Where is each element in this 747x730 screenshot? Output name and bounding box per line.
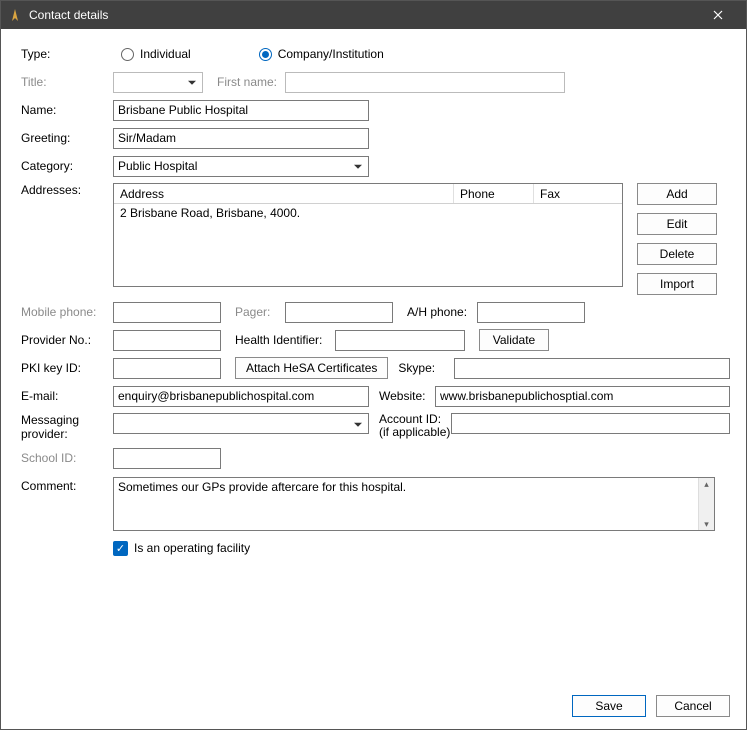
msgprovider-label: Messaging provider: <box>21 413 113 441</box>
provider-label: Provider No.: <box>21 333 113 347</box>
addresses-table[interactable]: Address Phone Fax 2 Brisbane Road, Brisb… <box>113 183 623 287</box>
scroll-up-icon[interactable]: ▴ <box>699 478 714 490</box>
name-label: Name: <box>21 103 113 117</box>
pager-input[interactable] <box>285 302 393 323</box>
skype-input[interactable] <box>454 358 730 379</box>
firstname-label: First name: <box>217 75 277 89</box>
mobile-label: Mobile phone: <box>21 305 113 319</box>
category-label: Category: <box>21 159 113 173</box>
comment-label: Comment: <box>21 479 113 493</box>
category-value: Public Hospital <box>118 159 197 173</box>
operating-checkbox[interactable]: ✓ Is an operating facility <box>113 541 250 556</box>
msgprovider-select[interactable] <box>113 413 369 434</box>
website-label: Website: <box>379 389 435 403</box>
title-label: Title: <box>21 75 113 89</box>
pki-input[interactable] <box>113 358 221 379</box>
school-input[interactable] <box>113 448 221 469</box>
phone-col-header: Phone <box>454 184 534 203</box>
title-bar: Contact details <box>1 1 746 29</box>
name-input[interactable] <box>113 100 369 121</box>
ahphone-input[interactable] <box>477 302 585 323</box>
skype-label: Skype: <box>398 361 454 375</box>
school-label: School ID: <box>21 451 113 465</box>
addresses-label: Addresses: <box>21 183 113 197</box>
address-col-header: Address <box>114 184 454 203</box>
account-label: Account ID: (if applicable) <box>379 413 451 439</box>
cancel-button[interactable]: Cancel <box>656 695 730 717</box>
attach-hesa-button[interactable]: Attach HeSA Certificates <box>235 357 388 379</box>
radio-individual[interactable]: Individual <box>121 47 191 61</box>
close-button[interactable] <box>698 1 738 29</box>
radio-individual-label: Individual <box>140 47 191 61</box>
add-button[interactable]: Add <box>637 183 717 205</box>
website-input[interactable] <box>435 386 730 407</box>
ahphone-label: A/H phone: <box>407 305 477 319</box>
address-cell: 2 Brisbane Road, Brisbane, 4000. <box>120 206 300 220</box>
check-icon: ✓ <box>113 541 128 556</box>
email-input[interactable] <box>113 386 369 407</box>
email-label: E-mail: <box>21 389 113 403</box>
pager-label: Pager: <box>235 305 285 319</box>
comment-textarea[interactable]: Sometimes our GPs provide aftercare for … <box>113 477 715 531</box>
account-input[interactable] <box>451 413 730 434</box>
firstname-input <box>285 72 565 93</box>
scroll-down-icon[interactable]: ▾ <box>699 518 714 530</box>
comment-scrollbar[interactable]: ▴ ▾ <box>698 478 714 530</box>
healthid-label: Health Identifier: <box>235 333 335 347</box>
title-select <box>113 72 203 93</box>
radio-company-label: Company/Institution <box>278 47 384 61</box>
delete-button[interactable]: Delete <box>637 243 717 265</box>
app-icon <box>7 7 23 23</box>
mobile-input[interactable] <box>113 302 221 323</box>
address-row[interactable]: 2 Brisbane Road, Brisbane, 4000. <box>114 204 622 222</box>
radio-company[interactable]: Company/Institution <box>259 47 384 61</box>
operating-label: Is an operating facility <box>134 541 250 555</box>
category-select[interactable]: Public Hospital <box>113 156 369 177</box>
healthid-input[interactable] <box>335 330 465 351</box>
edit-button[interactable]: Edit <box>637 213 717 235</box>
greeting-input[interactable] <box>113 128 369 149</box>
greeting-label: Greeting: <box>21 131 113 145</box>
fax-col-header: Fax <box>534 184 622 203</box>
provider-input[interactable] <box>113 330 221 351</box>
comment-text: Sometimes our GPs provide aftercare for … <box>114 478 714 496</box>
save-button[interactable]: Save <box>572 695 646 717</box>
window-title: Contact details <box>29 8 698 22</box>
validate-button[interactable]: Validate <box>479 329 549 351</box>
import-button[interactable]: Import <box>637 273 717 295</box>
type-label: Type: <box>21 47 113 61</box>
pki-label: PKI key ID: <box>21 361 113 375</box>
